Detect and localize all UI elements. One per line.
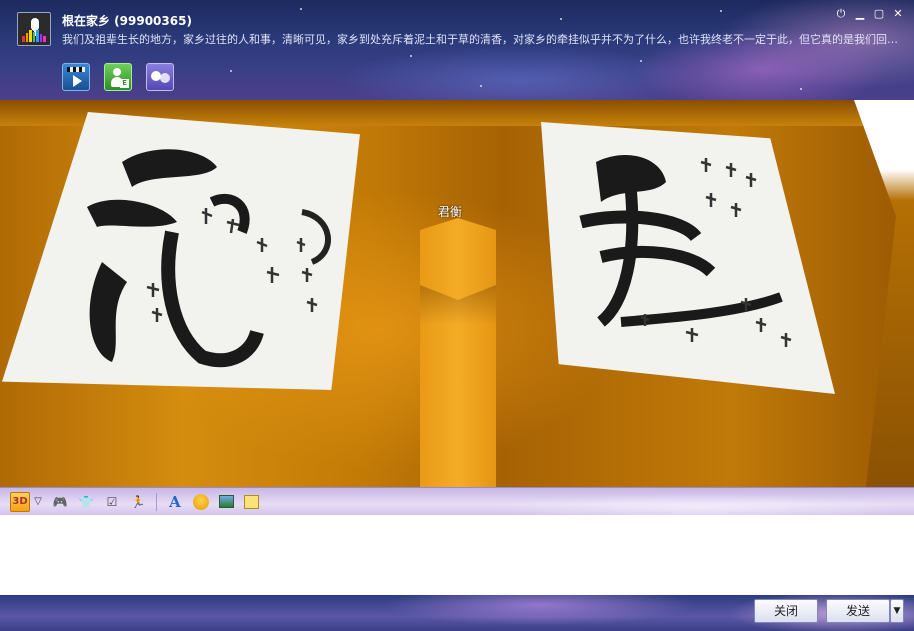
send-button[interactable]: 发送 bbox=[826, 599, 890, 623]
checkbox-icon[interactable]: ☑ bbox=[104, 494, 120, 510]
group-name[interactable]: 根在家乡 (99900365) bbox=[62, 12, 192, 29]
calligraphy-painting-right[interactable] bbox=[541, 122, 835, 394]
message-input[interactable] bbox=[0, 515, 914, 595]
group-avatar[interactable] bbox=[17, 12, 51, 46]
calligraphy-artwork-left bbox=[87, 149, 331, 368]
group-description: 我们及祖辈生长的地方，家乡过往的人和事，清晰可见，家乡到处充斥着泥土和于草的清香… bbox=[62, 33, 908, 46]
power-icon[interactable]: ⏻ bbox=[835, 8, 847, 20]
close-button[interactable]: 关闭 bbox=[754, 599, 818, 623]
running-icon[interactable]: 🏃 bbox=[130, 494, 146, 510]
title-bar: 根在家乡 (99900365) 我们及祖辈生长的地方，家乡过往的人和事，清晰可见… bbox=[0, 0, 914, 100]
3d-mode-dropdown[interactable]: ▽ bbox=[34, 494, 42, 510]
input-toolbar: 3D ▽ 🎮 👕 ☑ 🏃 A bbox=[0, 487, 914, 515]
video-icon[interactable] bbox=[62, 63, 90, 91]
minimize-icon[interactable]: ▁ bbox=[854, 8, 866, 20]
avatar-nameplate[interactable]: 君衡 bbox=[438, 203, 462, 220]
gamepad-icon[interactable]: 🎮 bbox=[52, 494, 68, 510]
chat-icon[interactable] bbox=[146, 63, 174, 91]
shirt-icon[interactable]: 👕 bbox=[78, 494, 94, 510]
center-pillar bbox=[420, 218, 496, 487]
3d-mode-button[interactable]: 3D bbox=[10, 491, 30, 512]
send-options-button[interactable]: ▼ bbox=[890, 599, 904, 623]
calligraphy-painting-left[interactable] bbox=[2, 112, 360, 390]
3d-chat-scene[interactable]: 君衡 bbox=[0, 100, 914, 487]
user-card-icon[interactable]: E bbox=[104, 63, 132, 91]
emoji-icon[interactable] bbox=[193, 493, 209, 510]
image-icon[interactable] bbox=[219, 495, 234, 508]
calligraphy-artwork-right bbox=[579, 154, 792, 347]
font-icon[interactable]: A bbox=[167, 494, 183, 510]
maximize-icon[interactable]: ▢ bbox=[873, 8, 885, 20]
footer-bar: 关闭 发送 ▼ bbox=[0, 595, 914, 631]
note-icon[interactable] bbox=[244, 494, 259, 509]
window-controls: ⏻ ▁ ▢ ✕ bbox=[835, 8, 904, 20]
app-toolbar: E bbox=[62, 63, 174, 91]
close-icon[interactable]: ✕ bbox=[892, 8, 904, 20]
